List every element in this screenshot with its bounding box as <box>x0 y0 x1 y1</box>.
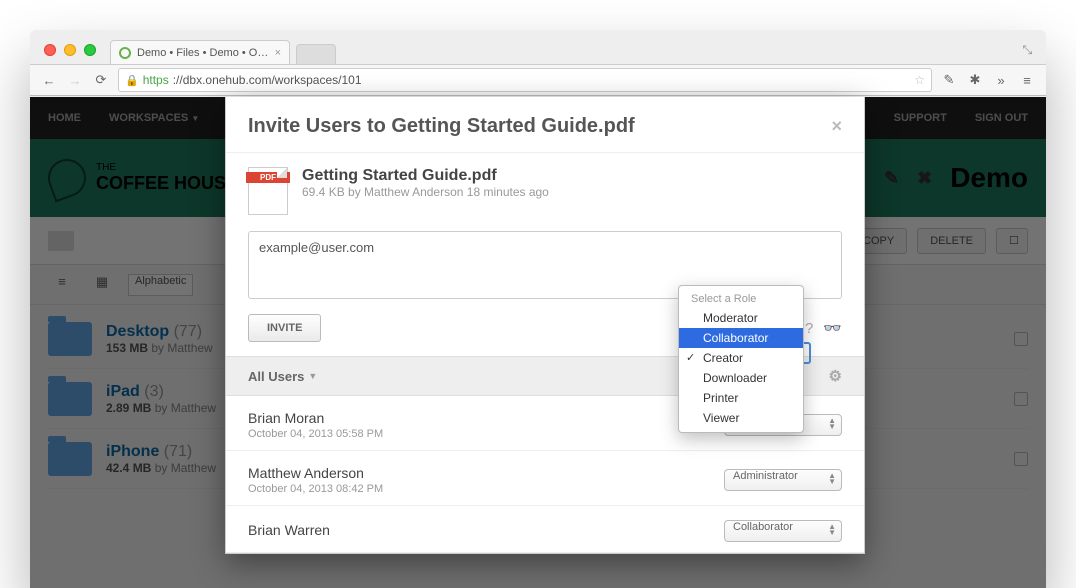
file-timestamp: 18 minutes ago <box>467 185 549 199</box>
modal-close-button[interactable]: × <box>831 116 842 137</box>
user-name: Matthew Anderson <box>248 465 383 481</box>
file-name: Getting Started Guide.pdf <box>302 167 549 185</box>
chevron-right-icon[interactable]: » <box>992 73 1010 88</box>
fullscreen-icon[interactable]: ⤢ <box>1020 45 1035 55</box>
role-select[interactable]: Administrator▲▼ <box>724 469 842 491</box>
file-author: by Matthew Anderson <box>348 185 463 199</box>
tab-close-icon[interactable]: × <box>275 47 281 59</box>
user-row: Matthew Anderson October 04, 2013 08:42 P… <box>226 451 864 506</box>
new-tab-button[interactable] <box>296 44 336 64</box>
invite-modal: Invite Users to Getting Started Guide.pd… <box>225 97 865 554</box>
invite-button[interactable]: INVITE <box>248 314 321 342</box>
dropdown-option[interactable]: Moderator <box>679 308 803 328</box>
help-icon[interactable]: ? <box>805 320 813 337</box>
lock-icon: 🔒 <box>125 74 139 87</box>
caret-down-icon: ▼ <box>308 371 317 381</box>
user-timestamp: October 04, 2013 05:58 PM <box>248 428 383 440</box>
window-close-button[interactable] <box>44 44 56 56</box>
modal-title: Invite Users to Getting Started Guide.pd… <box>248 115 635 138</box>
address-bar[interactable]: 🔒 https://dbx.onehub.com/workspaces/101 … <box>118 68 932 92</box>
dropdown-option[interactable]: Printer <box>679 388 803 408</box>
url-path: ://dbx.onehub.com/workspaces/101 <box>173 73 362 87</box>
menu-icon[interactable]: ≡ <box>1018 73 1036 88</box>
back-button[interactable]: ← <box>40 73 58 88</box>
settings-gear-icon[interactable]: ✱ <box>966 72 984 88</box>
dropdown-option[interactable]: Creator <box>679 348 803 368</box>
forward-button[interactable]: → <box>66 73 84 88</box>
browser-tab[interactable]: Demo • Files • Demo • O… × <box>110 40 290 64</box>
role-dropdown-menu: Select a Role ModeratorCollaboratorCreat… <box>678 285 804 433</box>
section-gear-icon[interactable]: ⚙ <box>829 367 842 385</box>
favicon-icon <box>119 47 131 59</box>
glasses-icon[interactable]: 👓 <box>823 319 842 337</box>
user-name: Brian Warren <box>248 522 330 538</box>
dropdown-option[interactable]: Viewer <box>679 408 803 428</box>
wand-icon[interactable]: ✎ <box>940 72 958 88</box>
role-select[interactable]: Collaborator▲▼ <box>724 520 842 542</box>
user-row: Brian Warren Collaborator▲▼ <box>226 506 864 553</box>
dropdown-header: Select a Role <box>679 290 803 308</box>
url-scheme: https <box>143 73 169 87</box>
user-timestamp: October 04, 2013 08:42 PM <box>248 483 383 495</box>
tab-title: Demo • Files • Demo • O… <box>137 47 268 59</box>
reload-button[interactable]: ⟳ <box>92 72 110 88</box>
pdf-file-icon <box>248 167 288 215</box>
bookmark-star-icon[interactable]: ☆ <box>914 73 925 87</box>
dropdown-option[interactable]: Collaborator <box>679 328 803 348</box>
window-maximize-button[interactable] <box>84 44 96 56</box>
file-size: 69.4 KB <box>302 185 345 199</box>
dropdown-option[interactable]: Downloader <box>679 368 803 388</box>
user-name: Brian Moran <box>248 410 383 426</box>
window-minimize-button[interactable] <box>64 44 76 56</box>
